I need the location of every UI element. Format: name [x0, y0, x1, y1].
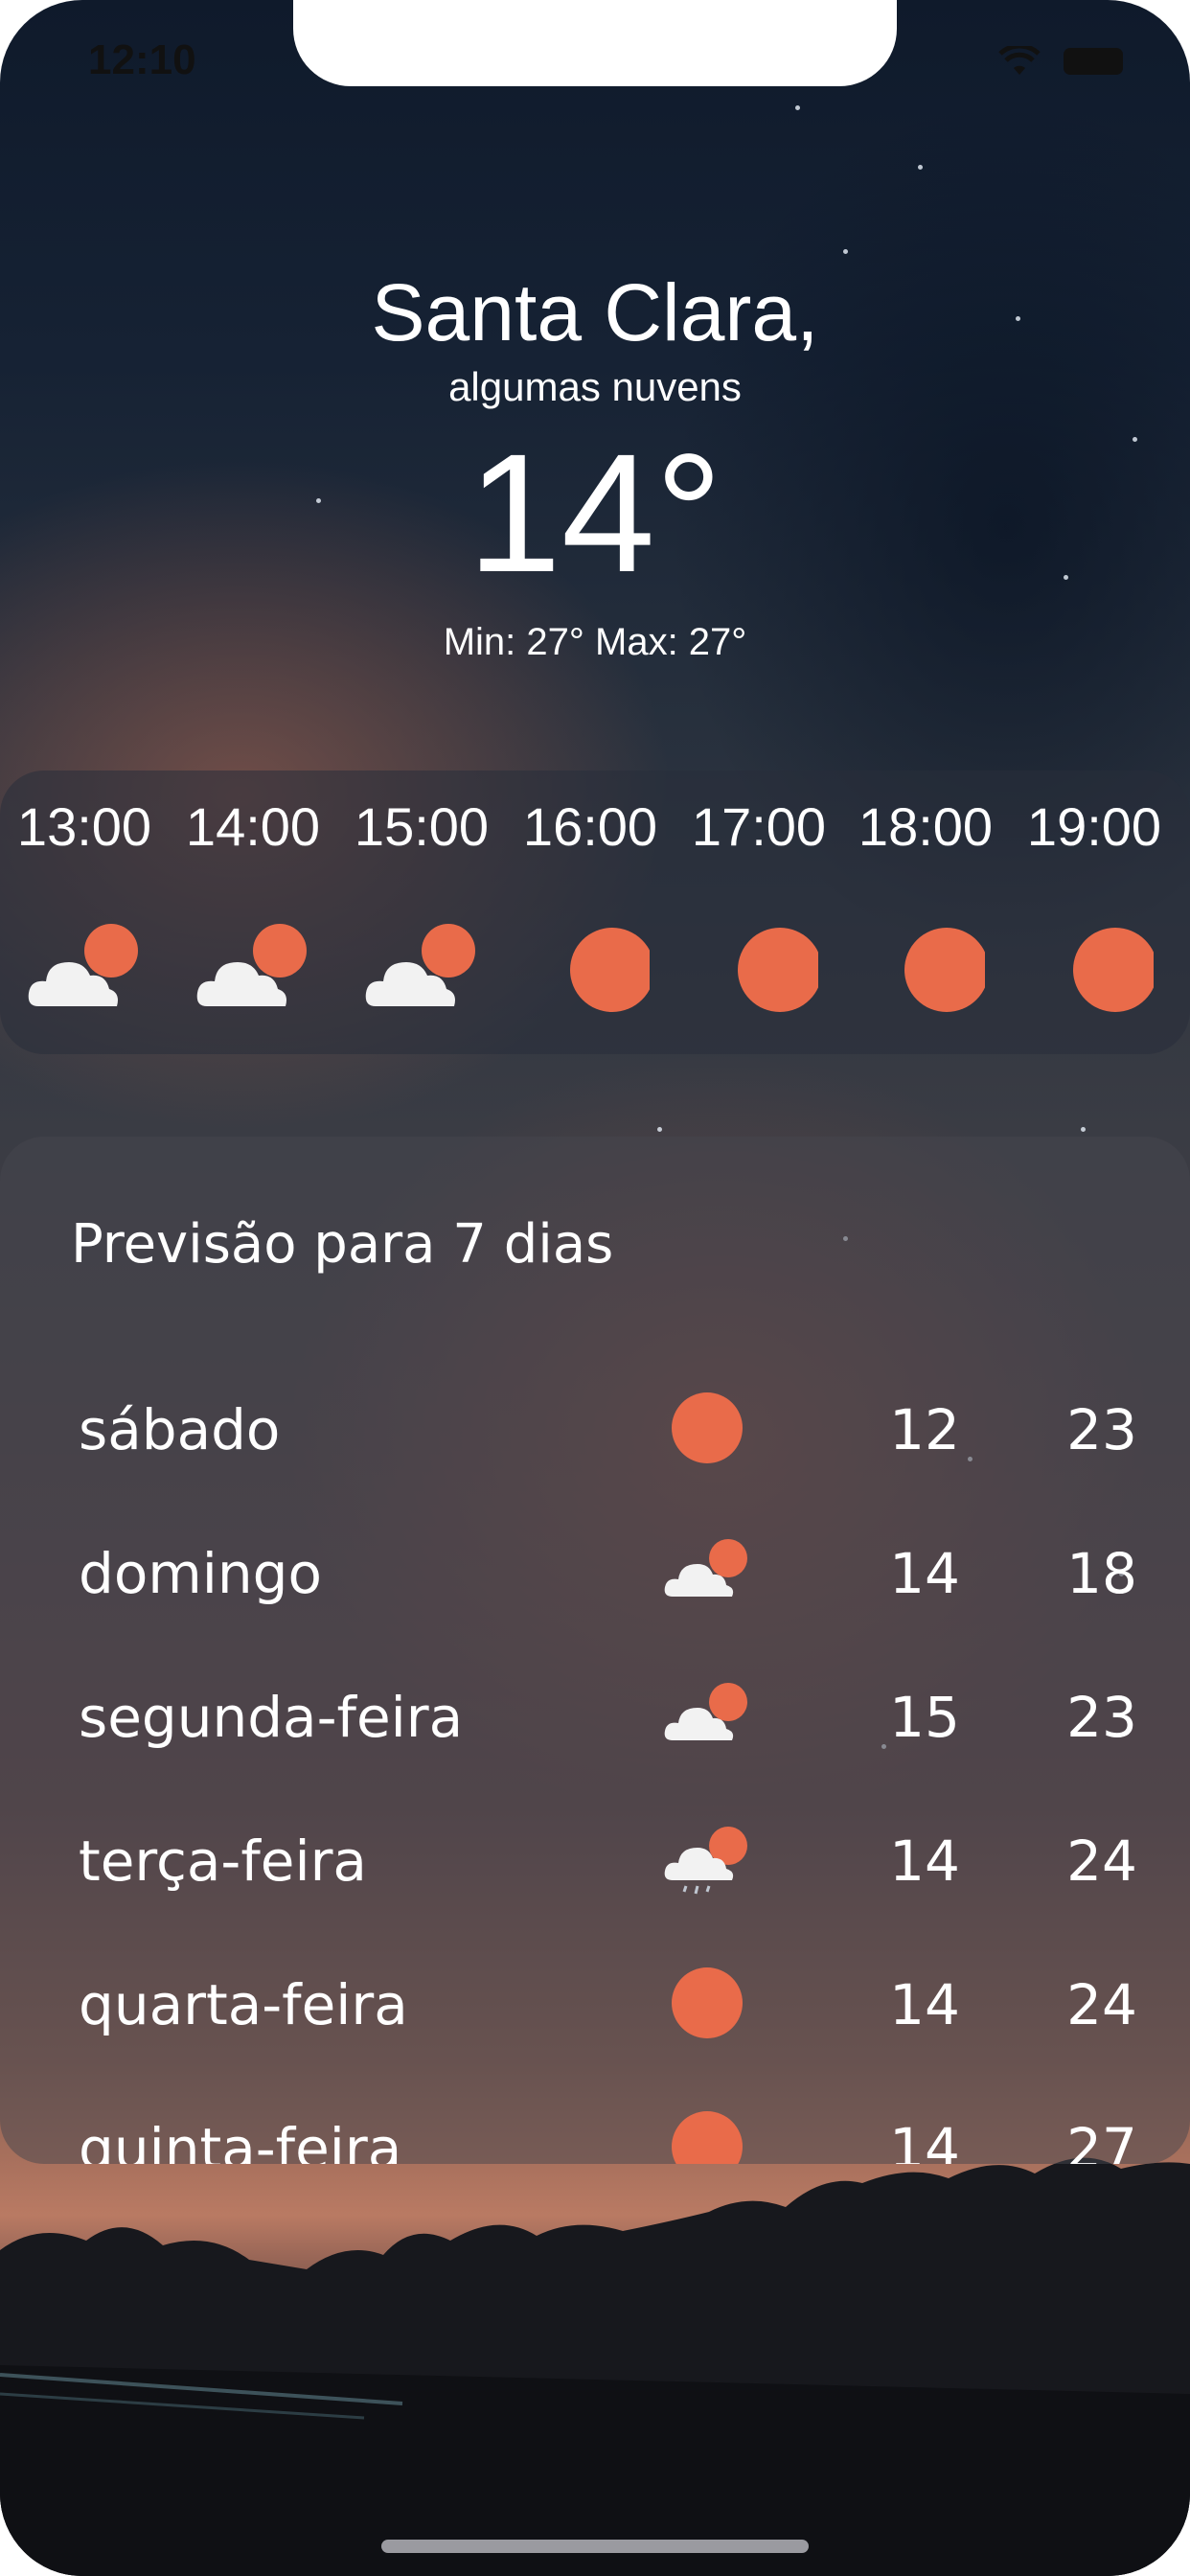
day-name: sábado: [79, 1397, 281, 1462]
day-max-temp: 24: [1066, 1828, 1137, 1894]
star: [1081, 1127, 1086, 1132]
day-max-temp: 23: [1066, 1685, 1137, 1750]
hourly-item: 17:00: [675, 770, 843, 1054]
sun-icon: [672, 1392, 743, 1463]
sun-icon: [672, 1967, 743, 2038]
hourly-item: 14:00: [169, 770, 337, 1054]
day-name: quinta-feira: [79, 2116, 402, 2164]
status-icons: [998, 46, 1123, 77]
weather-description: algumas nuvens: [448, 364, 742, 409]
forecast-row: terça-feira 14 24: [0, 1800, 1190, 1924]
day-min-temp: 12: [889, 1397, 960, 1462]
hourly-item: 15:00: [337, 770, 506, 1054]
day-max-temp: 23: [1066, 1397, 1137, 1462]
partly-cloudy-icon: [196, 924, 307, 1006]
hourly-time: 13:00: [16, 796, 152, 857]
forecast-row: quinta-feira 14 27: [0, 2087, 1190, 2164]
day-max-temp: 27: [1066, 2116, 1137, 2164]
forecast-row: quarta-feira 14 24: [0, 1944, 1190, 2068]
forecast-row: sábado 12 23: [0, 1368, 1190, 1493]
sun-icon: [1073, 928, 1154, 1012]
city-name: Santa Clara,: [371, 267, 819, 357]
forecast-row: segunda-feira 15 23: [0, 1656, 1190, 1781]
partly-cloudy-icon: [664, 1683, 747, 1740]
partly-cloudy-icon: [664, 1539, 747, 1597]
min-max-temperature: Min: 27° Max: 27°: [443, 621, 747, 663]
day-max-temp: 24: [1066, 1972, 1137, 2037]
day-min-temp: 14: [889, 1972, 960, 2037]
partly-cloudy-icon: [365, 924, 475, 1006]
weekly-forecast[interactable]: Previsão para 7 dias sábado 12 23 doming…: [0, 1137, 1190, 2164]
day-max-temp: 18: [1066, 1541, 1137, 1606]
day-min-temp: 14: [889, 1828, 960, 1894]
forecast-row: domingo 14 18: [0, 1512, 1190, 1637]
hourly-item: 18:00: [841, 770, 1010, 1054]
wifi-icon: [998, 46, 1041, 75]
home-indicator[interactable]: [381, 2540, 809, 2553]
hourly-item: 19:00: [1010, 770, 1179, 1054]
hourly-time: 15:00: [354, 796, 490, 857]
app-screen: 12:10 Santa Clara, algumas nuvens 14° Mi…: [0, 0, 1190, 2576]
hourly-time: 14:00: [185, 796, 321, 857]
hourly-time: 16:00: [522, 796, 658, 857]
day-min-temp: 14: [889, 2116, 960, 2164]
star: [918, 165, 923, 170]
day-name: terça-feira: [79, 1828, 367, 1894]
sun-icon: [738, 928, 818, 1012]
hourly-time: 19:00: [1026, 796, 1162, 857]
day-name: quarta-feira: [79, 1972, 408, 2037]
day-min-temp: 14: [889, 1541, 960, 1606]
status-time: 12:10: [88, 36, 196, 83]
hourly-time: 18:00: [858, 796, 994, 857]
sun-icon: [904, 928, 985, 1012]
day-name: segunda-feira: [79, 1685, 464, 1750]
day-min-temp: 15: [889, 1685, 960, 1750]
hourly-forecast[interactable]: 13:00 14:00 15:00 16:00 17:00 18:00 19:0…: [0, 770, 1190, 1054]
star: [657, 1127, 662, 1132]
day-name: domingo: [79, 1541, 322, 1606]
hourly-time: 17:00: [691, 796, 827, 857]
current-temperature: 14°: [467, 420, 723, 608]
hourly-item: 13:00: [0, 770, 169, 1054]
sun-icon: [570, 928, 650, 1012]
weekly-title: Previsão para 7 dias: [71, 1213, 614, 1276]
battery-icon: [1064, 48, 1123, 75]
sun-icon: [672, 2111, 743, 2164]
partly-cloudy-icon: [28, 924, 138, 1006]
hourly-item: 16:00: [506, 770, 675, 1054]
rain-cloud-icon: [664, 1827, 747, 1895]
star: [843, 249, 848, 254]
device-notch: [293, 0, 897, 86]
star: [795, 105, 800, 110]
